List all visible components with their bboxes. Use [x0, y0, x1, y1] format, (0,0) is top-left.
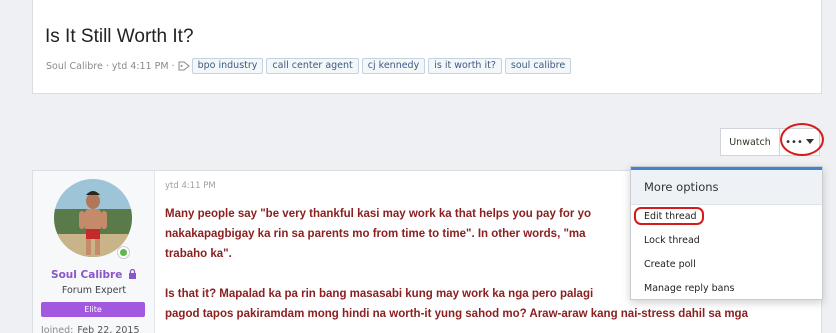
joined-info: Joined: Feb 22, 2015	[41, 325, 140, 333]
unwatch-button[interactable]: Unwatch	[720, 128, 780, 156]
online-status-icon	[117, 246, 130, 259]
username[interactable]: Soul Calibre	[33, 268, 155, 281]
thread-author-link[interactable]: Soul Calibre ·	[46, 61, 109, 72]
user-title: Forum Expert	[61, 285, 127, 296]
menu-header: More options	[631, 170, 822, 205]
joined-value: Feb 22, 2015	[77, 325, 140, 333]
post-user-panel: Soul Calibre Forum Expert Elite Joined: F…	[33, 171, 155, 333]
menu-item-create-poll[interactable]: Create poll	[644, 259, 696, 270]
tag-bpo-industry[interactable]: bpo industry	[191, 58, 264, 74]
post-line: pagod tapos pakiramdam mong hindi na wor…	[165, 308, 748, 320]
avatar-photo	[54, 179, 132, 257]
joined-label: Joined:	[41, 325, 74, 333]
thread-meta: Soul Calibre · ytd 4:11 PM · bpo industr…	[46, 58, 574, 74]
thread-title: Is It Still Worth It?	[45, 26, 194, 47]
thread-header: Is It Still Worth It? Soul Calibre · ytd…	[32, 0, 822, 94]
post-time[interactable]: ytd 4:11 PM	[165, 181, 216, 191]
highlight-circle-edit-thread	[634, 207, 704, 225]
thread-time[interactable]: ytd 4:11 PM ·	[112, 61, 175, 72]
tag-icon	[178, 61, 190, 71]
lock-badge-icon	[128, 268, 136, 279]
more-options-menu: More options Edit thread Lock thread Cre…	[630, 166, 823, 300]
tag-is-it-worth-it[interactable]: is it worth it?	[428, 58, 502, 74]
user-badge: Elite	[41, 302, 145, 317]
tag-soul-calibre[interactable]: soul calibre	[504, 58, 572, 74]
tag-cj-kennedy[interactable]: cj kennedy	[361, 58, 426, 74]
avatar[interactable]	[54, 179, 132, 257]
menu-item-manage-reply-bans[interactable]: Manage reply bans	[644, 283, 734, 294]
tag-call-center-agent[interactable]: call center agent	[266, 58, 359, 74]
highlight-circle-more-button	[780, 123, 824, 156]
menu-item-lock-thread[interactable]: Lock thread	[644, 235, 700, 246]
